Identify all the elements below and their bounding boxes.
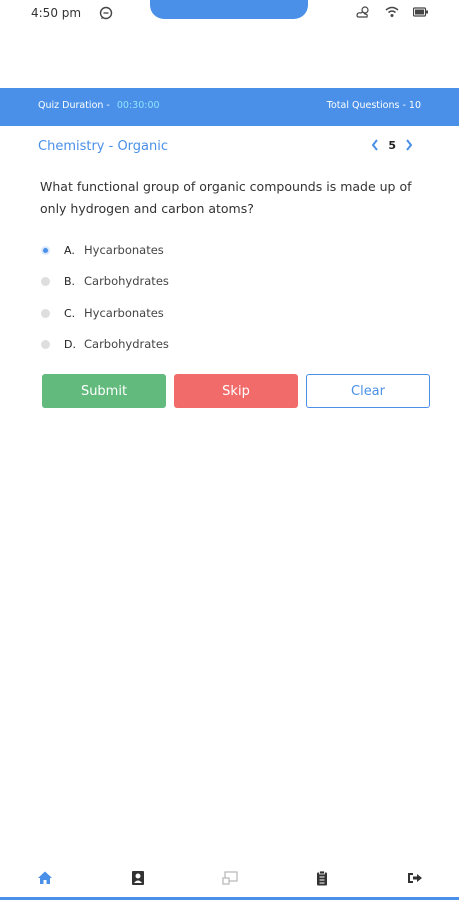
- option-c[interactable]: C. Hycarbonates: [40, 303, 164, 323]
- clipboard-icon[interactable]: [314, 870, 330, 886]
- status-bar: 4:50 pm: [0, 0, 459, 26]
- option-label: Hycarbonates: [84, 306, 164, 320]
- radio-button[interactable]: [41, 339, 50, 349]
- status-icons: [355, 5, 429, 19]
- bottom-nav: [0, 862, 459, 900]
- radio-button[interactable]: [41, 308, 50, 318]
- profile-icon[interactable]: [130, 870, 146, 886]
- quiz-duration-label: Quiz Duration -: [38, 100, 110, 111]
- clear-button[interactable]: Clear: [306, 374, 430, 408]
- wifi-icon: [385, 6, 399, 18]
- battery-icon: [413, 7, 429, 17]
- quiz-timer: 00:30:00: [116, 100, 160, 111]
- question-number: 5: [388, 138, 396, 152]
- option-label: Carbohydrates: [84, 274, 169, 288]
- radio-button[interactable]: [41, 245, 50, 255]
- option-letter: B.: [64, 274, 76, 288]
- option-letter: C.: [64, 306, 76, 320]
- status-time: 4:50 pm: [31, 6, 82, 20]
- question-pager: 5: [370, 138, 414, 152]
- prev-question-button[interactable]: [370, 138, 380, 152]
- chevron-right-icon: [406, 139, 413, 151]
- subject-title: Chemistry - Organic: [38, 139, 169, 154]
- option-a[interactable]: A. Hycarbonates: [40, 240, 164, 260]
- home-icon[interactable]: [37, 870, 53, 886]
- screen-icon[interactable]: [222, 870, 238, 886]
- quiz-duration: Quiz Duration - 00:30:00: [38, 100, 160, 111]
- quiz-header-bar: Quiz Duration - 00:30:00 Total Questions…: [0, 88, 459, 126]
- weather-icon: [355, 5, 371, 19]
- radio-button[interactable]: [41, 276, 50, 286]
- option-label: Carbohydrates: [84, 337, 169, 351]
- message-icon: [99, 5, 113, 20]
- option-letter: A.: [64, 243, 75, 257]
- chevron-left-icon: [372, 139, 379, 151]
- submit-button[interactable]: Submit: [42, 374, 166, 408]
- option-d[interactable]: D. Carbohydrates: [40, 334, 169, 354]
- camera-notch: [150, 0, 308, 19]
- skip-button[interactable]: Skip: [174, 374, 298, 408]
- option-letter: D.: [64, 337, 76, 351]
- logout-icon[interactable]: [407, 870, 423, 886]
- option-b[interactable]: B. Carbohydrates: [40, 271, 169, 291]
- total-questions: Total Questions - 10: [326, 100, 421, 111]
- question-text: What functional group of organic compoun…: [40, 179, 412, 216]
- option-label: Hycarbonates: [84, 243, 164, 257]
- next-question-button[interactable]: [404, 138, 414, 152]
